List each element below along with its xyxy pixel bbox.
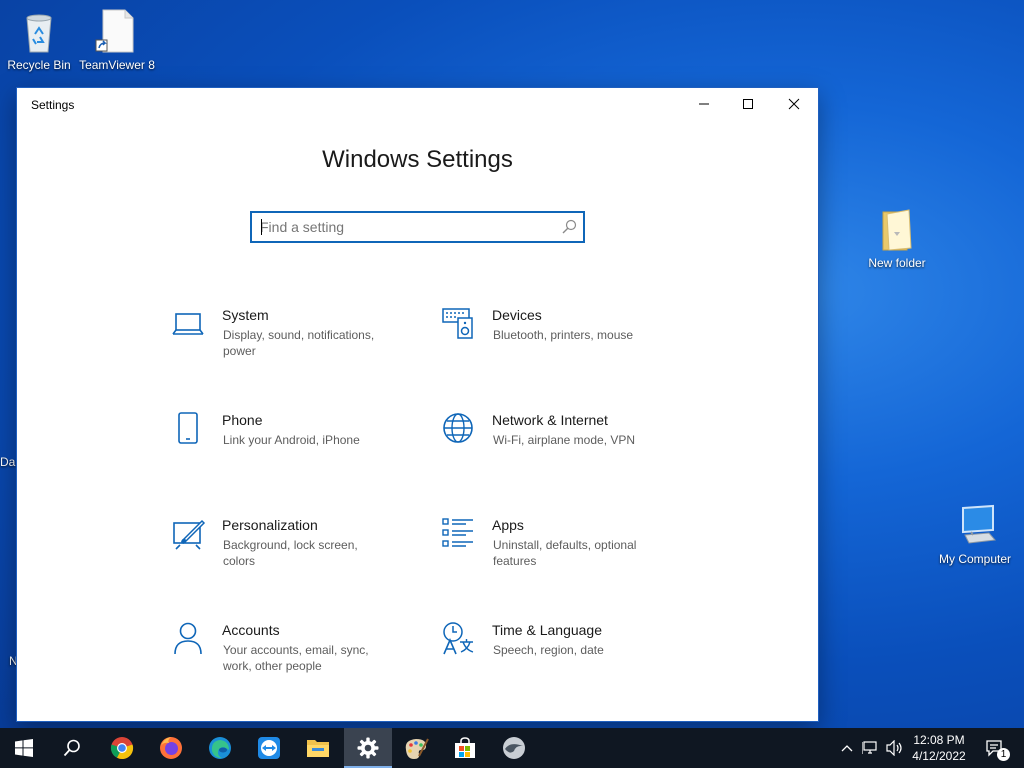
- desktop-icon-teamviewer[interactable]: TeamViewer 8: [74, 8, 160, 72]
- speaker-icon: [886, 740, 902, 756]
- keyboard-speaker-icon: [442, 308, 473, 339]
- firefox-icon: [160, 737, 182, 759]
- window-titlebar[interactable]: Settings: [17, 88, 818, 122]
- folder-icon: [873, 206, 921, 254]
- tile-description: Link your Android, iPhone: [223, 433, 360, 447]
- tile-title: Devices: [492, 307, 542, 323]
- tile-title: System: [222, 307, 269, 323]
- windows-logo-icon: [15, 739, 33, 757]
- tile-accounts[interactable]: Accounts Your accounts, email, sync, wor…: [172, 622, 412, 692]
- desktop-icon-my-computer[interactable]: My Computer: [932, 502, 1018, 566]
- search-icon: [63, 739, 80, 757]
- taskbar-firefox[interactable]: [147, 728, 195, 768]
- taskbar-file-explorer[interactable]: [294, 728, 342, 768]
- desktop-icon-label: New folder: [868, 256, 926, 270]
- recycle-bin-icon: [15, 8, 63, 56]
- tile-description: Uninstall, defaults, optional features: [493, 538, 637, 568]
- desktop-icon-label: My Computer: [938, 552, 1012, 566]
- taskbar-settings[interactable]: [344, 728, 392, 768]
- taskbar-clock[interactable]: 12:08 PM 4/12/2022: [906, 732, 972, 764]
- tile-title: Phone: [222, 412, 263, 428]
- gear-icon: [357, 737, 379, 759]
- tile-description: Your accounts, email, sync, work, other …: [223, 643, 369, 673]
- action-center-button[interactable]: 1: [978, 728, 1012, 768]
- tile-title: Time & Language: [492, 622, 602, 638]
- laptop-icon: [172, 313, 204, 335]
- person-icon: [174, 622, 202, 655]
- tile-time-language[interactable]: Time & Language Speech, region, date: [442, 622, 682, 692]
- taskbar-teamviewer[interactable]: [245, 728, 293, 768]
- tile-description: Display, sound, notifications, power: [223, 328, 375, 358]
- desktop-icon-new-folder[interactable]: New folder: [854, 206, 940, 270]
- taskbar: 12:08 PM 4/12/2022 1: [0, 728, 1024, 768]
- maximize-icon: [743, 99, 753, 109]
- tile-description: Wi-Fi, airplane mode, VPN: [493, 433, 636, 447]
- store-icon: [455, 737, 475, 758]
- minimize-icon: [699, 103, 709, 105]
- tile-devices[interactable]: Devices Bluetooth, printers, mouse: [442, 307, 682, 377]
- search-input[interactable]: [260, 213, 550, 241]
- paint-icon: [173, 519, 206, 550]
- clock-date: 4/12/2022: [912, 749, 966, 763]
- tile-title: Accounts: [222, 622, 280, 638]
- minimize-button[interactable]: [681, 88, 727, 120]
- tile-network-internet[interactable]: Network & Internet Wi-Fi, airplane mode,…: [442, 412, 682, 482]
- app-icon: [503, 737, 525, 759]
- edge-icon: [209, 737, 231, 759]
- tile-description: Speech, region, date: [493, 643, 604, 657]
- taskbar-edge[interactable]: [196, 728, 244, 768]
- apps-list-icon: [442, 518, 473, 547]
- notification-count-badge: 1: [997, 748, 1010, 761]
- desktop-icon-recycle-bin[interactable]: Recycle Bin: [0, 8, 82, 72]
- text-caret: [261, 219, 262, 235]
- time-language-icon: [443, 622, 474, 655]
- globe-icon: [443, 413, 473, 443]
- window-title: Settings: [31, 98, 75, 112]
- volume-tray-button[interactable]: [884, 728, 906, 768]
- taskbar-paint[interactable]: [392, 728, 440, 768]
- tile-description: Bluetooth, printers, mouse: [493, 328, 634, 342]
- taskbar-search-button[interactable]: [48, 728, 96, 768]
- search-box[interactable]: [250, 211, 585, 243]
- tile-title: Personalization: [222, 517, 318, 533]
- tile-phone[interactable]: Phone Link your Android, iPhone: [172, 412, 412, 482]
- tile-system[interactable]: System Display, sound, notifications, po…: [172, 307, 412, 377]
- tile-description: Background, lock screen, colors: [223, 538, 358, 568]
- phone-icon: [178, 412, 198, 444]
- settings-window: Settings Windows Settings System Display…: [16, 87, 819, 722]
- tray-overflow-button[interactable]: [838, 728, 856, 768]
- close-icon: [788, 98, 800, 110]
- network-icon: [862, 741, 877, 754]
- paint-palette-icon: [405, 738, 429, 759]
- folder-icon: [307, 740, 329, 757]
- start-button[interactable]: [0, 728, 48, 768]
- tile-title: Apps: [492, 517, 524, 533]
- clock-time: 12:08 PM: [913, 733, 965, 747]
- close-button[interactable]: [771, 88, 817, 120]
- search-icon[interactable]: [561, 219, 577, 235]
- page-title: Windows Settings: [322, 146, 513, 173]
- tile-apps[interactable]: Apps Uninstall, defaults, optional featu…: [442, 517, 682, 587]
- teamviewer-icon: [258, 737, 280, 759]
- chrome-icon: [110, 737, 134, 760]
- desktop-icon-label: TeamViewer 8: [79, 58, 155, 72]
- chevron-up-icon: [841, 745, 853, 752]
- taskbar-chrome[interactable]: [98, 728, 146, 768]
- tile-title: Network & Internet: [492, 412, 608, 428]
- tile-personalization[interactable]: Personalization Background, lock screen,…: [172, 517, 412, 587]
- maximize-button[interactable]: [725, 88, 771, 120]
- computer-icon: [951, 502, 999, 550]
- network-tray-button[interactable]: [860, 728, 882, 768]
- taskbar-store[interactable]: [441, 728, 489, 768]
- taskbar-app[interactable]: [490, 728, 538, 768]
- file-shortcut-icon: [93, 8, 141, 56]
- desktop-icon-label: Recycle Bin: [7, 58, 71, 72]
